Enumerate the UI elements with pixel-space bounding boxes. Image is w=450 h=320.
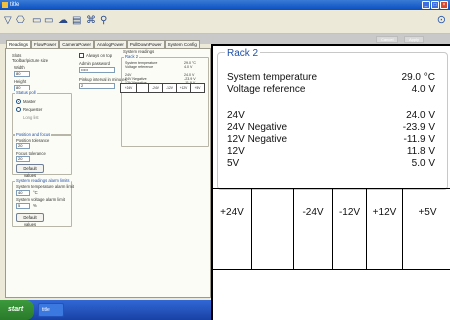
height-label: Height <box>14 79 27 84</box>
tab-system-config[interactable]: System Config <box>164 40 200 48</box>
focus-tolerance-field[interactable]: 20 <box>16 156 30 162</box>
rack-row-value: 5.0 V <box>411 158 435 169</box>
default-values-button[interactable]: Default values <box>16 164 44 178</box>
rack-small-row-label: Voltage reference <box>125 65 154 69</box>
rack-row-value: 24.0 V <box>406 110 435 121</box>
master-label: Master <box>23 99 36 104</box>
rack-small-cell: +12V <box>177 84 191 92</box>
alarm-legend: System readings alarm limits <box>15 178 71 183</box>
rack-row-value: 4.0 V <box>411 84 435 95</box>
position-legend: Position and focus <box>15 132 52 137</box>
rack-row-value: 29.0 °C <box>401 72 435 83</box>
volt-limit-unit: % <box>33 203 37 208</box>
always-on-top-label: Always on top <box>86 53 113 58</box>
filter-icon[interactable]: ▽ <box>4 14 12 28</box>
rack-row-value: -23.9 V <box>402 122 435 133</box>
always-on-top-checkbox[interactable] <box>79 53 84 58</box>
admin-password-field[interactable]: ••••• <box>79 67 115 73</box>
maximize-button[interactable]: □ <box>431 1 439 9</box>
rack-row-label: 24V <box>227 110 245 121</box>
temp-limit-label: System temperature alarm limit <box>16 184 74 189</box>
rack-table-cell: -24V <box>293 188 332 270</box>
window-title: title <box>10 2 20 8</box>
rack-row-label: System temperature <box>227 72 318 83</box>
rack-row-value: 11.8 V <box>406 146 435 157</box>
position-tolerance-field[interactable]: 20 <box>16 143 30 149</box>
volt-limit-label: System voltage alarm limit <box>16 197 65 202</box>
grid-icon[interactable]: ⌘ <box>86 14 96 28</box>
default-values-button-2[interactable]: Default values <box>16 213 44 227</box>
start-button[interactable]: start <box>0 300 34 320</box>
apply-button[interactable]: Apply <box>404 36 425 43</box>
requester-radio[interactable] <box>16 107 21 112</box>
rack-table-cell: +5V <box>402 188 450 270</box>
tab-pulldownpower[interactable]: PullDownPower <box>126 40 165 48</box>
rack-zoom-panel: Rack 2 System temperature 29.0 °C Voltag… <box>211 44 450 320</box>
rack-row-label: 12V Negative <box>227 134 288 145</box>
rack-small-cell <box>137 84 149 92</box>
interval-label: Pinkup interval in minutes <box>79 77 127 82</box>
long-list-label: Long list <box>23 115 39 120</box>
rack-legend: Rack 2 <box>225 48 261 59</box>
master-radio[interactable] <box>16 99 21 104</box>
minimize-button[interactable]: _ <box>422 1 430 9</box>
rack-small-cell: +24V <box>121 84 137 92</box>
tab-strip: Readings FlowPower CameraPower AnalogPow… <box>6 40 200 48</box>
rack-small-cell: -12V <box>163 84 177 92</box>
tab-camerapower[interactable]: CameraPower <box>59 40 95 48</box>
rack-small-row-value: 4.0 V <box>184 65 193 69</box>
rack-small-table: +24V -24V -12V +12V +5V <box>120 83 205 93</box>
tab-readings[interactable]: Readings <box>6 40 32 48</box>
rack-row-label: 24V Negative <box>227 122 288 133</box>
window-icon[interactable]: ▭ <box>44 14 53 28</box>
rack-row-label: 5V <box>227 158 240 169</box>
title-bar: title _ □ × <box>0 0 450 10</box>
slots-sublabel: Toolbar/picture size <box>12 58 49 63</box>
rack-table-cell: -12V <box>332 188 366 270</box>
toolbar: ▽ ⎔ ▭ ▭ ☁ ▤ ⌘ ⚲ ⊙ <box>0 10 450 34</box>
app-icon <box>2 2 8 8</box>
width-label: Width <box>14 65 25 70</box>
rack-table-cell <box>251 188 293 270</box>
rack-row-label: Voltage reference <box>227 84 306 95</box>
zoom-icon[interactable]: ▭ <box>32 14 41 28</box>
tab-flowpower[interactable]: FlowPower <box>31 40 60 48</box>
monitor-icon[interactable]: ⎔ <box>16 14 25 28</box>
rack-row-value: -11.9 V <box>403 134 436 145</box>
interval-field[interactable]: 2 <box>79 83 115 89</box>
cancel-button[interactable]: Cancel <box>376 36 399 43</box>
rack-row-label: 12V <box>227 146 245 157</box>
rack-table-cell: +12V <box>366 188 402 270</box>
requester-label: Requester <box>23 107 43 112</box>
cloud-icon[interactable]: ☁ <box>58 14 68 28</box>
temp-limit-unit: °C <box>33 190 38 195</box>
tab-analogpower[interactable]: AnalogPower <box>94 40 127 48</box>
width-field[interactable]: 80 <box>14 71 30 77</box>
rack-small-cell: +5V <box>194 86 201 90</box>
admin-password-label: Admin password <box>79 61 110 66</box>
rack-small-group <box>121 57 209 147</box>
rack-small-cell: -24V <box>149 84 163 92</box>
panel-icon[interactable]: ▤ <box>72 14 81 28</box>
window-controls: _ □ × <box>422 1 448 9</box>
status-poll-legend: Status poll <box>15 90 37 95</box>
search-icon[interactable]: ⚲ <box>100 14 107 28</box>
rack-table-cell: +24V <box>213 188 251 270</box>
temp-limit-field[interactable]: 40 <box>16 190 30 196</box>
help-icon[interactable]: ⊙ <box>437 13 446 26</box>
taskbar-window-button[interactable]: title <box>38 303 64 317</box>
rack-voltage-table: +24V -24V -12V +12V +5V <box>213 188 450 270</box>
volt-limit-field[interactable]: 5 <box>16 203 30 209</box>
close-button[interactable]: × <box>440 1 448 9</box>
rack-small-legend: Rack 2 <box>124 54 140 59</box>
status-poll-group <box>12 93 72 135</box>
